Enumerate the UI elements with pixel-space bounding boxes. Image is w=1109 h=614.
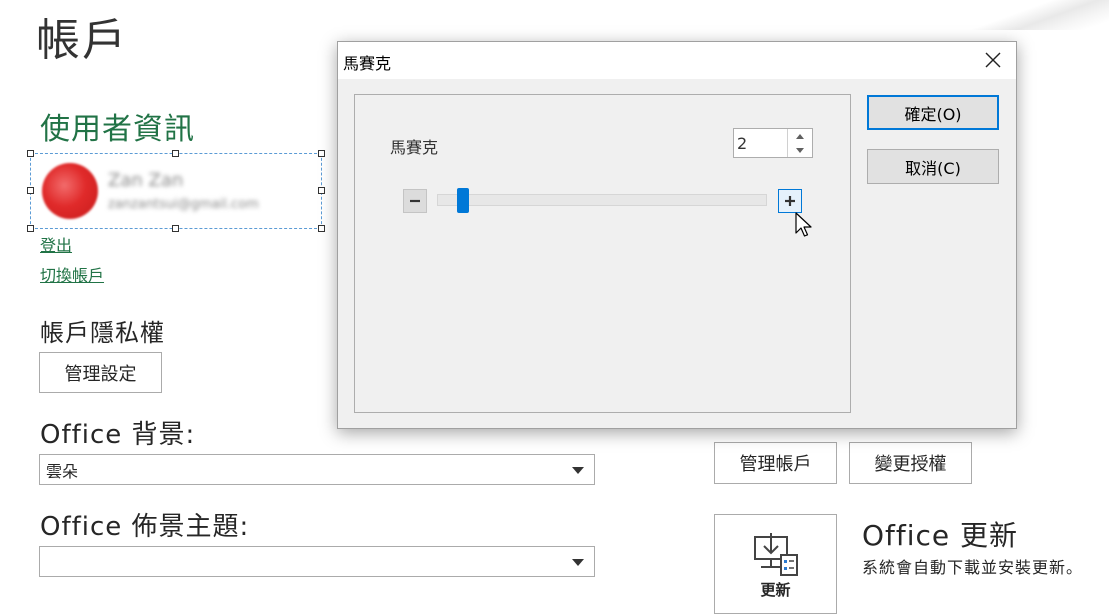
background-heading: Office 背景: — [40, 420, 196, 450]
resize-handle[interactable] — [27, 150, 34, 157]
manage-account-button[interactable]: 管理帳戶 — [714, 442, 837, 484]
update-options-button[interactable]: 更新 — [714, 514, 837, 614]
dialog-title: 馬賽克 — [343, 54, 392, 73]
user-name: Zan Zan — [108, 170, 184, 191]
mouse-cursor-icon — [795, 212, 812, 237]
manage-settings-button[interactable]: 管理設定 — [39, 352, 162, 393]
mosaic-slider-track[interactable] — [437, 194, 767, 206]
theme-heading: Office 佈景主題: — [40, 512, 250, 542]
avatar — [42, 163, 98, 219]
resize-handle[interactable] — [318, 225, 325, 232]
resize-handle[interactable] — [27, 187, 34, 194]
resize-handle[interactable] — [318, 187, 325, 194]
cancel-button[interactable]: 取消(C) — [867, 149, 999, 184]
dialog-titlebar: 馬賽克 — [338, 42, 1016, 79]
mosaic-value[interactable]: 2 — [737, 134, 747, 153]
spin-down-icon[interactable] — [788, 143, 812, 157]
change-license-button[interactable]: 變更授權 — [849, 442, 972, 484]
increase-button[interactable] — [778, 189, 802, 213]
sign-out-link[interactable]: 登出 — [40, 232, 72, 256]
chevron-down-icon — [572, 558, 584, 566]
spin-up-icon[interactable] — [788, 129, 812, 143]
update-description: 系統會自動下載並安裝更新。 — [862, 558, 1084, 577]
user-info-heading: 使用者資訊 — [40, 112, 195, 147]
mosaic-label: 馬賽克 — [390, 138, 439, 157]
resize-handle[interactable] — [172, 150, 179, 157]
spin-buttons — [787, 129, 812, 157]
page-title: 帳戶 — [36, 15, 128, 66]
theme-select[interactable] — [39, 546, 595, 577]
update-title: Office 更新 — [862, 519, 1019, 552]
minus-icon — [410, 199, 420, 203]
privacy-heading: 帳戶隱私權 — [40, 319, 165, 347]
mosaic-slider-thumb[interactable] — [456, 188, 469, 213]
resize-handle[interactable] — [172, 225, 179, 232]
switch-account-link[interactable]: 切換帳戶 — [40, 262, 104, 286]
resize-handle[interactable] — [318, 150, 325, 157]
decrease-button[interactable] — [403, 189, 427, 213]
plus-icon — [785, 196, 795, 206]
update-button-label: 更新 — [760, 581, 791, 599]
background-decoration — [959, 0, 1109, 30]
resize-handle[interactable] — [27, 225, 34, 232]
update-download-icon — [754, 533, 798, 576]
background-select[interactable]: 雲朵 — [39, 454, 595, 485]
user-email: zanzantsui@gmail.com — [108, 197, 259, 212]
background-selected-value: 雲朵 — [46, 461, 79, 481]
ok-button[interactable]: 確定(O) — [867, 95, 999, 130]
mosaic-value-spinner[interactable]: 2 — [733, 128, 813, 158]
close-icon[interactable] — [984, 51, 1002, 69]
chevron-down-icon — [572, 466, 584, 474]
mosaic-dialog: 馬賽克 馬賽克 2 確定(O) 取消(C) — [337, 41, 1017, 429]
